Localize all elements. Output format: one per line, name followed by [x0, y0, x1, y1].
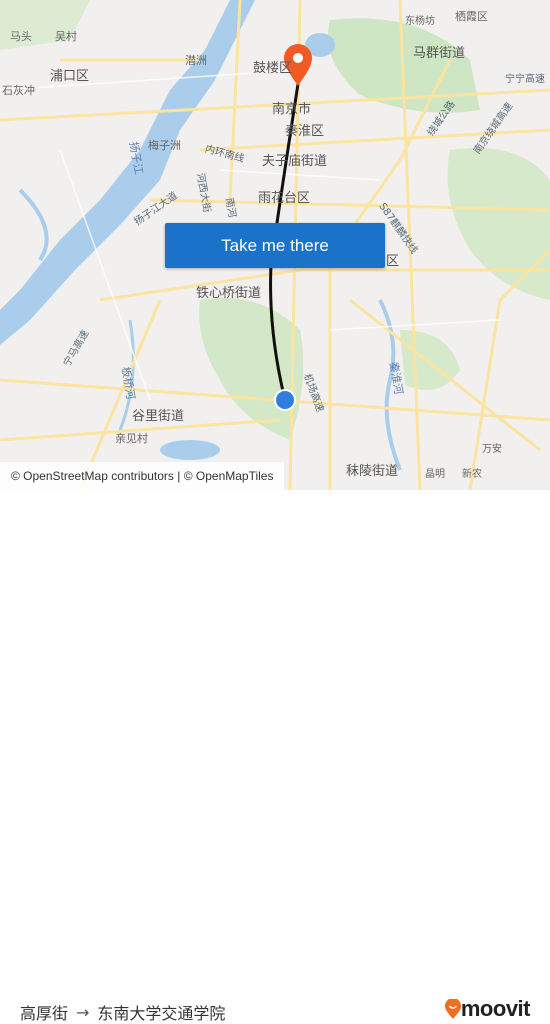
origin-name: 高厚街: [20, 1000, 68, 1024]
park-area: [448, 148, 550, 300]
map-label: 东杨坊: [405, 12, 435, 27]
destination-name: 东南大学交通学院: [97, 1000, 225, 1024]
arrow-right-icon: →: [76, 1003, 89, 1022]
footer-bar: 高厚街 → 东南大学交通学院 moovit: [0, 490, 550, 550]
map-label: 铁心桥街道: [196, 282, 261, 301]
brand-name: moovit: [461, 996, 530, 1022]
river: [20, 190, 47, 260]
map-label: 鼓楼区: [253, 57, 292, 76]
origin-marker: [275, 390, 295, 410]
map-label: 吴村: [55, 28, 77, 44]
map-label: 夫子庙街道: [262, 150, 327, 169]
moovit-pin-icon: [445, 999, 461, 1019]
park-area: [199, 298, 303, 440]
map-label: 万安: [482, 440, 502, 455]
map-label: 宁宁高速: [505, 70, 545, 85]
lake: [160, 440, 220, 460]
map-label: 南京市: [272, 98, 311, 117]
map-label: 浦口区: [50, 65, 89, 84]
map[interactable]: 马头 吴村 浦口区 石灰冲 潜洲 梅子洲 扬子江 鼓楼区 南京市 秦淮区 夫子庙…: [0, 0, 550, 490]
map-label: 谷里街道: [132, 405, 184, 424]
map-label: 石灰冲: [2, 82, 35, 98]
take-me-there-button[interactable]: Take me there: [165, 223, 385, 268]
map-label: 马头: [10, 28, 32, 44]
map-label: 潜洲: [185, 52, 207, 68]
map-label: 晶明: [425, 465, 445, 480]
map-label: 南河: [223, 196, 241, 218]
route-summary: 高厚街 → 东南大学交通学院: [20, 1000, 225, 1024]
map-label: 马群街道: [413, 42, 465, 61]
moovit-logo: moovit: [445, 996, 530, 1022]
map-label: 梅子洲: [148, 137, 181, 153]
map-label: 雨花台区: [258, 187, 310, 206]
map-label: 栖霞区: [455, 8, 488, 24]
map-label: 新农: [462, 465, 482, 480]
map-label: 秦淮区: [285, 120, 324, 139]
map-attribution[interactable]: © OpenStreetMap contributors | © OpenMap…: [0, 462, 284, 490]
map-label: 区: [386, 250, 399, 269]
map-label: 秣陵街道: [346, 460, 398, 479]
map-label: 亲见村: [115, 430, 148, 446]
